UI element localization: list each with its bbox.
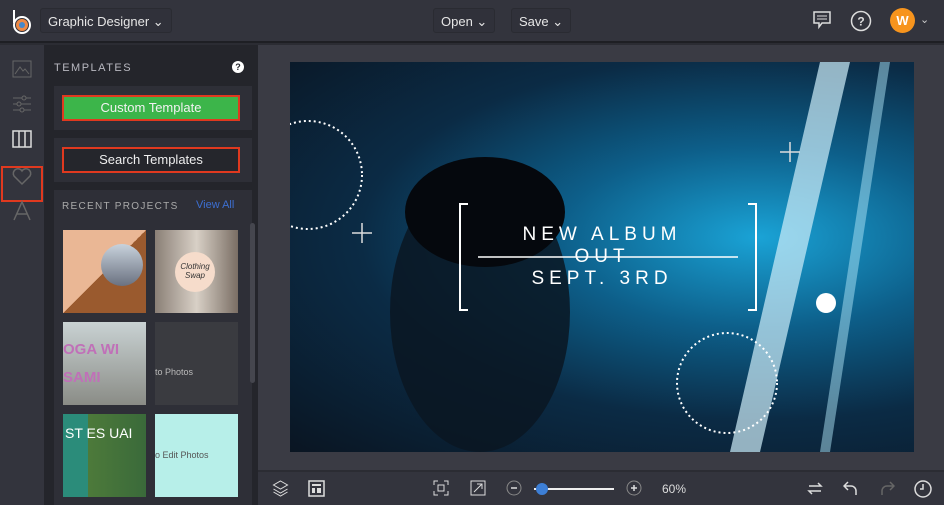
view-all-link[interactable]: View All — [196, 199, 234, 211]
layout-icon[interactable] — [308, 480, 325, 497]
panel-scrollbar[interactable] — [250, 223, 255, 383]
undo-icon[interactable] — [843, 480, 859, 496]
thumb-text: Clothing Swap — [175, 252, 215, 292]
workspace-label: Graphic Designer — [48, 14, 150, 29]
project-thumb[interactable]: OGA WI SAMI — [63, 322, 146, 405]
actual-size-icon[interactable] — [470, 480, 486, 496]
favorites-heart-icon[interactable] — [10, 164, 34, 188]
zoom-level: 60% — [662, 482, 687, 496]
user-avatar[interactable]: W — [890, 8, 915, 33]
workspace-dropdown[interactable]: Graphic Designer ⌄ — [40, 8, 172, 33]
templates-icon[interactable] — [10, 127, 34, 151]
thumb-text: to Photos — [155, 367, 194, 377]
project-thumb[interactable]: Clothing Swap — [155, 230, 238, 313]
avatar-chevron-icon[interactable]: ⌄ — [920, 13, 929, 26]
text-icon[interactable] — [10, 199, 34, 223]
design-canvas[interactable]: NEW ALBUM OUT SEPT. 3RD — [290, 62, 914, 452]
top-bar: Graphic Designer ⌄ Open ⌄ Save ⌄ ? W ⌄ — [0, 0, 944, 43]
tool-rail — [0, 45, 44, 505]
canvas-line-2[interactable]: OUT — [290, 246, 914, 268]
project-thumb[interactable] — [63, 230, 146, 313]
history-clock-icon[interactable] — [914, 480, 932, 498]
image-icon[interactable] — [10, 57, 34, 81]
bottom-toolbar: 60% — [258, 472, 944, 505]
feedback-icon[interactable] — [812, 10, 832, 30]
project-thumb[interactable]: ST ES UAI — [63, 414, 146, 497]
thumb-text: ST ES UAI — [65, 425, 133, 441]
save-dropdown[interactable]: Save ⌄ — [511, 8, 572, 33]
panel-help-icon[interactable]: ? — [232, 61, 244, 73]
adjustments-icon[interactable] — [10, 92, 34, 116]
fit-screen-icon[interactable] — [433, 480, 449, 496]
open-dropdown[interactable]: Open ⌄ — [433, 8, 496, 33]
svg-text:?: ? — [857, 15, 864, 29]
panel-title: TEMPLATES — [54, 62, 133, 74]
zoom-out-icon[interactable] — [506, 480, 522, 496]
open-label: Open — [441, 14, 473, 29]
logo-icon[interactable] — [10, 9, 34, 35]
save-label: Save — [519, 14, 549, 29]
zoom-slider-handle[interactable] — [536, 483, 548, 495]
custom-template-button[interactable]: Custom Template — [62, 95, 240, 121]
help-icon[interactable]: ? — [850, 10, 872, 32]
search-templates-button[interactable]: Search Templates — [62, 147, 240, 173]
layers-icon[interactable] — [272, 480, 289, 497]
redo-icon[interactable] — [879, 480, 895, 496]
project-thumb[interactable]: o Edit Photos — [155, 414, 238, 497]
canvas-line-3[interactable]: SEPT. 3RD — [290, 268, 914, 290]
recent-projects-heading: RECENT PROJECTS — [62, 201, 179, 212]
templates-panel: TEMPLATES ? Custom Template Search Templ… — [44, 45, 258, 505]
canvas-text[interactable]: NEW ALBUM OUT SEPT. 3RD — [290, 224, 914, 290]
flip-icon[interactable] — [807, 480, 823, 496]
project-thumb[interactable]: to Photos — [155, 322, 238, 405]
thumb-text: OGA WI SAMI — [63, 341, 120, 386]
canvas-line-1[interactable]: NEW ALBUM — [290, 224, 914, 246]
thumb-text: o Edit Photos — [155, 450, 209, 460]
zoom-in-icon[interactable] — [626, 480, 642, 496]
